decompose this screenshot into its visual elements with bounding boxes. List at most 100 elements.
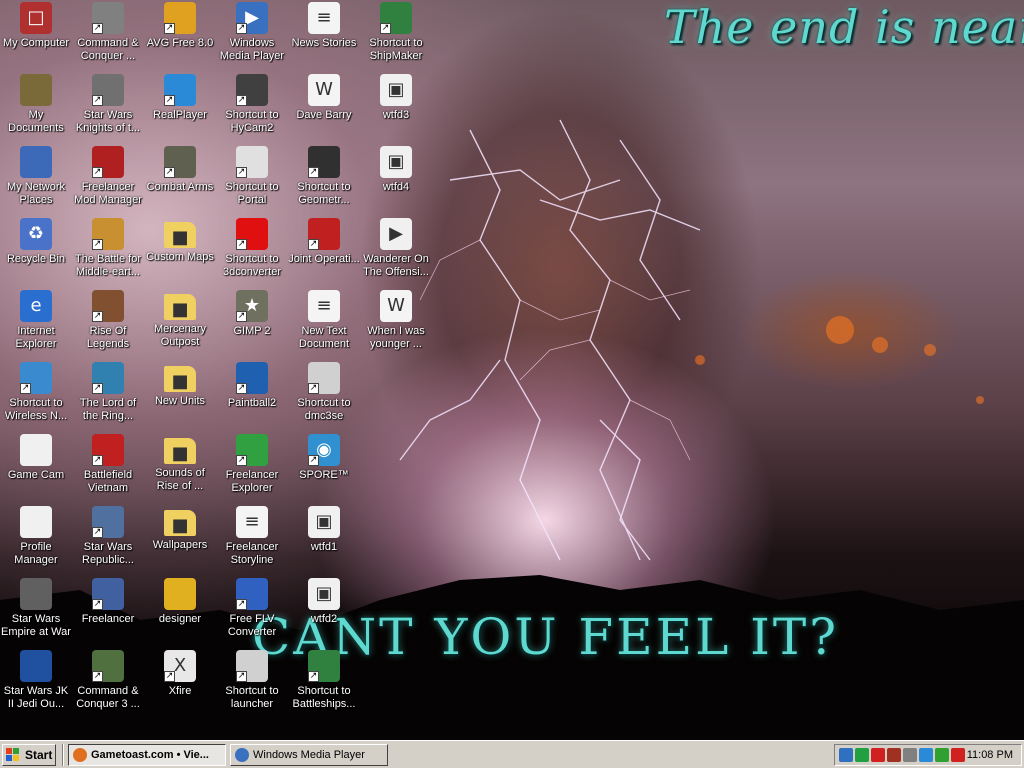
desktop-icon-label: Windows Media Player <box>219 37 285 62</box>
desktop-icon-empire-at-war[interactable]: Star Wars Empire at War <box>0 576 72 648</box>
desktop-icon-portal[interactable]: ↗ Shortcut to Portal <box>216 144 288 216</box>
desktop-icon-label: New Text Document <box>298 325 350 350</box>
desktop-icon-avi-file[interactable]: ▶ Wanderer On The Offensi... <box>360 216 432 288</box>
desktop-icon-label: Joint Operati... <box>288 253 360 265</box>
realplayer-icon[interactable] <box>919 748 933 762</box>
shortcut-arrow-icon: ↗ <box>164 167 175 178</box>
desktop-icon-designer[interactable]: designer <box>144 576 216 648</box>
desktop-icon-label: Battlefield Vietnam <box>83 469 133 494</box>
desktop-icon-gimp[interactable]: ★ ↗ GIMP 2 <box>216 288 288 360</box>
desktop-icon-freelancer[interactable]: ↗ Freelancer <box>72 576 144 648</box>
desktop-icon-label: Shortcut to ShipMaker <box>369 37 423 62</box>
desktop-icon-republic-commando[interactable]: ↗ Star Wars Republic... <box>72 504 144 576</box>
desktop-icon-image-file[interactable]: ▣ wtfd1 <box>288 504 360 576</box>
shortcut-arrow-icon: ↗ <box>92 527 103 538</box>
network-places-icon <box>20 146 52 178</box>
desktop-icon-image-file[interactable]: ▣ wtfd2 <box>288 576 360 648</box>
desktop-icon-text-document[interactable]: ≡ News Stories <box>288 0 360 72</box>
desktop-icon-folder[interactable]: ■ Custom Maps <box>144 216 216 288</box>
desktop-icon-internet-explorer[interactable]: e Internet Explorer <box>0 288 72 360</box>
antivirus-icon[interactable] <box>887 748 901 762</box>
geometry-wars-icon: ↗ <box>308 146 340 178</box>
desktop-icon-label: Star Wars JK II Jedi Ou... <box>3 685 69 710</box>
desktop-icon-folder[interactable]: ■ Wallpapers <box>144 504 216 576</box>
desktop-icon-battleships[interactable]: ↗ Shortcut to Battleships... <box>288 648 360 720</box>
network-error-icon[interactable] <box>871 748 885 762</box>
desktop-icon-game-cam[interactable]: Game Cam <box>0 432 72 504</box>
xfire-icon[interactable] <box>951 748 965 762</box>
desktop-icon-label: Xfire <box>168 685 192 697</box>
desktop-icon-label: Paintball2 <box>227 397 277 409</box>
my-computer-icon: □ <box>20 2 52 34</box>
desktop-icon-command-conquer[interactable]: ↗ Command & Conquer ... <box>72 0 144 72</box>
volume-icon[interactable] <box>903 748 917 762</box>
shortcut-arrow-icon: ↗ <box>92 167 103 178</box>
desktop-icon-recycle-bin[interactable]: ♻ Recycle Bin <box>0 216 72 288</box>
desktop-icon-rise-of-legends[interactable]: ↗ Rise Of Legends <box>72 288 144 360</box>
desktop-icon-folder[interactable]: ■ Mercenary Outpost <box>144 288 216 360</box>
desktop-icon-label: Mercenary Outpost <box>154 323 206 348</box>
desktop-icon-profile-manager[interactable]: Profile Manager <box>0 504 72 576</box>
desktop-icon-realplayer[interactable]: ↗ RealPlayer <box>144 72 216 144</box>
shield-icon[interactable] <box>935 748 949 762</box>
desktop-icon-geometry-wars[interactable]: ↗ Shortcut to Geometr... <box>288 144 360 216</box>
word-document-icon: W <box>380 290 412 322</box>
desktop-icon-text-document[interactable]: ≡ Freelancer Storyline <box>216 504 288 576</box>
desktop-icon-jedi-outcast[interactable]: Star Wars JK II Jedi Ou... <box>0 648 72 720</box>
desktop-icon-media-player[interactable]: ▶ ↗ Windows Media Player <box>216 0 288 72</box>
desktop-icon-xfire[interactable]: X ↗ Xfire <box>144 648 216 720</box>
desktop-icon-battle-middle-earth[interactable]: ↗ The Battle for Middle-eart... <box>72 216 144 288</box>
desktop-icon-folder[interactable]: ■ New Units <box>144 360 216 432</box>
desktop-icon-dmc3se[interactable]: ↗ Shortcut to dmc3se <box>288 360 360 432</box>
desktop-icon-mod-manager[interactable]: ↗ Freelancer Mod Manager <box>72 144 144 216</box>
desktop-icon-label: designer <box>158 613 202 625</box>
desktop-icon-joint-operations[interactable]: ↗ Joint Operati... <box>288 216 360 288</box>
desktop-icon-command-conquer-3[interactable]: ↗ Command & Conquer 3 ... <box>72 648 144 720</box>
desktop-icon-my-computer[interactable]: □ My Computer <box>0 0 72 72</box>
desktop-icon-label: wtfd4 <box>382 181 410 193</box>
desktop[interactable]: The end is near... CANT YOU FEEL IT? □My… <box>0 0 1024 740</box>
network-icon[interactable] <box>839 748 853 762</box>
start-button[interactable]: Start <box>2 744 56 766</box>
desktop-icon-word-document[interactable]: W When I was younger ... <box>360 288 432 360</box>
desktop-icon-word-document[interactable]: W Dave Barry <box>288 72 360 144</box>
desktop-icon-freelancer-explorer[interactable]: ↗ Freelancer Explorer <box>216 432 288 504</box>
ati-icon[interactable] <box>855 748 869 762</box>
desktop-icon-label: wtfd3 <box>382 109 410 121</box>
desktop-icon-text-document[interactable]: ≡ New Text Document <box>288 288 360 360</box>
desktop-icon-folder[interactable]: ■ Sounds of Rise of ... <box>144 432 216 504</box>
desktop-icon-label: Shortcut to Portal <box>225 181 279 206</box>
shortcut-arrow-icon: ↗ <box>380 23 391 34</box>
flv-converter-icon: ↗ <box>236 578 268 610</box>
desktop-icon-shipmaker[interactable]: ↗ Shortcut to ShipMaker <box>360 0 432 72</box>
desktop-icon-flv-converter[interactable]: ↗ Free FLV Converter <box>216 576 288 648</box>
desktop-icon-battlefield-vietnam[interactable]: ↗ Battlefield Vietnam <box>72 432 144 504</box>
desktop-icon-spore[interactable]: ◉ ↗ SPORE™ <box>288 432 360 504</box>
clock[interactable]: 11:08 PM <box>967 745 1013 765</box>
desktop-icon-lord-of-the-rings[interactable]: ↗ The Lord of the Ring... <box>72 360 144 432</box>
desktop-icon-combat-arms[interactable]: ↗ Combat Arms <box>144 144 216 216</box>
taskbar-button-gametoast[interactable]: Gametoast.com • Vie... <box>68 744 226 766</box>
gimp-icon: ★ ↗ <box>236 290 268 322</box>
desktop-icon-avg[interactable]: ↗ AVG Free 8.0 <box>144 0 216 72</box>
taskbar-button-media-player[interactable]: Windows Media Player <box>230 744 388 766</box>
shortcut-arrow-icon: ↗ <box>308 383 319 394</box>
rise-of-legends-icon: ↗ <box>92 290 124 322</box>
desktop-icon-wireless-network[interactable]: ↗ Shortcut to Wireless N... <box>0 360 72 432</box>
desktop-icon-my-documents[interactable]: My Documents <box>0 72 72 144</box>
desktop-icon-label: Shortcut to launcher <box>225 685 279 710</box>
desktop-icon-label: Star Wars Republic... <box>82 541 134 566</box>
desktop-icon-label: My Network Places <box>6 181 66 206</box>
desktop-icon-kotor[interactable]: ↗ Star Wars Knights of t... <box>72 72 144 144</box>
shortcut-arrow-icon: ↗ <box>308 167 319 178</box>
desktop-icon-hycam[interactable]: ↗ Shortcut to HyCam2 <box>216 72 288 144</box>
desktop-icon-image-file[interactable]: ▣ wtfd4 <box>360 144 432 216</box>
hycam-icon: ↗ <box>236 74 268 106</box>
desktop-icon-label: Recycle Bin <box>6 253 66 265</box>
desktop-icon-3dconverter[interactable]: ↗ Shortcut to 3dconverter <box>216 216 288 288</box>
desktop-icon-label: Freelancer <box>81 613 135 625</box>
desktop-icon-image-file[interactable]: ▣ wtfd3 <box>360 72 432 144</box>
desktop-icon-paintball[interactable]: ↗ Paintball2 <box>216 360 288 432</box>
desktop-icon-network-places[interactable]: My Network Places <box>0 144 72 216</box>
desktop-icon-launcher[interactable]: ↗ Shortcut to launcher <box>216 648 288 720</box>
